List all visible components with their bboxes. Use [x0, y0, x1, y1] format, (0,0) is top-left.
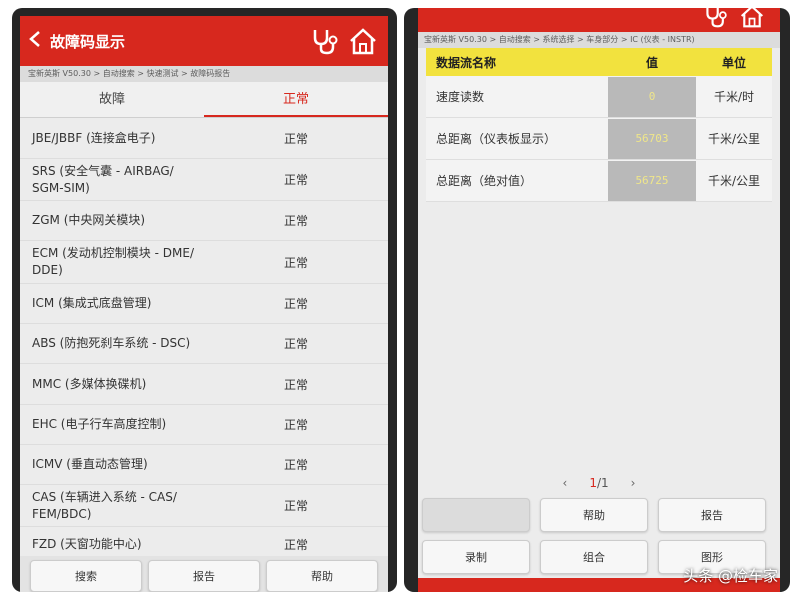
column-header-value: 值 — [645, 55, 658, 70]
watermark: 头条 @检车家 — [683, 567, 778, 585]
module-name: FZD (天窗功能中心) — [32, 537, 142, 551]
param-value: 0 — [608, 76, 696, 117]
module-status: 正常 — [284, 458, 309, 472]
param-unit: 千米/公里 — [707, 174, 761, 188]
module-name: ICM (集成式底盘管理) — [32, 296, 152, 310]
list-item[interactable]: EHC (电子行车高度控制) 正常 — [20, 405, 388, 445]
right-phone: 宝新英斯 V50.30 > 自动搜索 > 系统选择 > 车身部分 > IC (仪… — [404, 8, 790, 592]
page-current: 1 — [589, 476, 597, 490]
table-row[interactable]: 总距离（仪表板显示） 56703 千米/公里 — [426, 118, 772, 160]
table-row[interactable]: 速度读数 0 千米/时 — [426, 76, 772, 118]
dtc-header: 故障码显示 — [20, 16, 388, 66]
module-name: CAS (车辆进入系统 - CAS/ FEM/BDC) — [32, 489, 177, 521]
help-button[interactable]: 帮助 — [266, 560, 378, 592]
column-header-unit: 单位 — [721, 55, 746, 70]
tab-normal[interactable]: 正常 — [204, 82, 388, 117]
param-name: 总距离（绝对值） — [436, 174, 533, 188]
module-name: ICMV (垂直动态管理) — [32, 457, 148, 471]
dtc-list: JBE/JBBF (连接盒电子) 正常 SRS (安全气囊 - AIRBAG/ S… — [20, 118, 388, 563]
module-status: 正常 — [284, 297, 309, 311]
blank-button[interactable] — [422, 498, 530, 532]
chevron-right-icon[interactable]: › — [631, 476, 636, 490]
column-header-name: 数据流名称 — [436, 55, 497, 70]
pager: ‹ 1/1 › — [418, 476, 780, 490]
param-name: 速度读数 — [436, 90, 485, 104]
module-name: ECM (发动机控制模块 - DME/ DDE) — [32, 246, 194, 277]
module-name: SRS (安全气囊 - AIRBAG/ SGM-SIM) — [32, 163, 174, 195]
table-row[interactable]: 总距离（绝对值） 56725 千米/公里 — [426, 160, 772, 202]
list-item[interactable]: ZGM (中央网关模块) 正常 — [20, 201, 388, 241]
module-status: 正常 — [284, 173, 309, 187]
module-status: 正常 — [284, 131, 309, 146]
param-name: 总距离（仪表板显示） — [436, 132, 557, 146]
data-stream-screen: 宝新英斯 V50.30 > 自动搜索 > 系统选择 > 车身部分 > IC (仪… — [418, 8, 780, 592]
stethoscope-icon[interactable] — [702, 8, 730, 28]
module-status: 正常 — [284, 538, 309, 552]
home-icon[interactable] — [348, 27, 378, 55]
module-name: JBE/JBBF (连接盒电子) — [32, 130, 156, 145]
report-button[interactable]: 报告 — [658, 498, 766, 532]
breadcrumb: 宝新英斯 V50.30 > 自动搜索 > 快速测试 > 故障码报告 — [20, 66, 388, 82]
button-grid: 帮助 报告 录制 组合 图形 — [418, 498, 780, 574]
module-name: ABS (防抱死刹车系统 - DSC) — [32, 336, 191, 350]
list-item[interactable]: ICM (集成式底盘管理) 正常 — [20, 284, 388, 324]
page-total: /1 — [596, 476, 609, 490]
record-button[interactable]: 录制 — [422, 540, 530, 574]
list-item[interactable]: SRS (安全气囊 - AIRBAG/ SGM-SIM) 正常 — [20, 159, 388, 201]
search-button[interactable]: 搜索 — [30, 560, 142, 592]
module-name: MMC (多媒体换碟机) — [32, 376, 147, 391]
header-icons — [702, 8, 776, 28]
module-status: 正常 — [284, 377, 309, 392]
list-item[interactable]: JBE/JBBF (连接盒电子) 正常 — [20, 118, 388, 159]
data-stream-header — [418, 8, 780, 32]
page-indicator: 1/1 — [589, 476, 608, 490]
module-status: 正常 — [284, 499, 309, 513]
page-title: 故障码显示 — [50, 32, 126, 51]
help-button[interactable]: 帮助 — [540, 498, 648, 532]
tab-fault[interactable]: 故障 — [20, 82, 204, 117]
dtc-screen: 故障码显示 宝新英斯 V50.30 > 自动搜索 > 快速测试 > 故障码报告 … — [20, 16, 388, 592]
list-item[interactable]: ABS (防抱死刹车系统 - DSC) 正常 — [20, 324, 388, 364]
param-value: 56703 — [608, 118, 696, 159]
list-item[interactable]: MMC (多媒体换碟机) 正常 — [20, 364, 388, 405]
param-unit: 千米/时 — [713, 90, 755, 104]
module-status: 正常 — [284, 337, 309, 351]
module-status: 正常 — [284, 255, 309, 270]
list-item[interactable]: ECM (发动机控制模块 - DME/ DDE) 正常 — [20, 241, 388, 284]
module-status: 正常 — [284, 214, 309, 228]
list-item[interactable]: ICMV (垂直动态管理) 正常 — [20, 445, 388, 485]
module-status: 正常 — [284, 418, 309, 432]
breadcrumb: 宝新英斯 V50.30 > 自动搜索 > 系统选择 > 车身部分 > IC (仪… — [418, 32, 780, 48]
home-icon[interactable] — [738, 8, 766, 28]
table-header: 数据流名称 值 单位 — [426, 48, 772, 76]
back-arrow-icon[interactable] — [20, 29, 50, 54]
report-button[interactable]: 报告 — [148, 560, 260, 592]
bottom-toolbar: 搜索 报告 帮助 — [20, 556, 388, 592]
left-phone: 故障码显示 宝新英斯 V50.30 > 自动搜索 > 快速测试 > 故障码报告 … — [12, 8, 397, 592]
data-stream-table: 数据流名称 值 单位 速度读数 0 千米/时 总距离（仪表板显示） 56703 … — [426, 48, 772, 202]
param-value: 56725 — [608, 160, 696, 201]
status-tabs: 故障 正常 — [20, 82, 388, 118]
chevron-left-icon[interactable]: ‹ — [563, 476, 568, 490]
param-unit: 千米/公里 — [707, 132, 761, 146]
module-name: EHC (电子行车高度控制) — [32, 417, 167, 431]
combine-button[interactable]: 组合 — [540, 540, 648, 574]
header-icons — [310, 27, 388, 55]
list-item[interactable]: CAS (车辆进入系统 - CAS/ FEM/BDC) 正常 — [20, 485, 388, 527]
bottom-toolbar: 帮助 报告 录制 组合 图形 — [418, 498, 780, 574]
module-name: ZGM (中央网关模块) — [32, 213, 146, 227]
stethoscope-icon[interactable] — [310, 27, 340, 55]
